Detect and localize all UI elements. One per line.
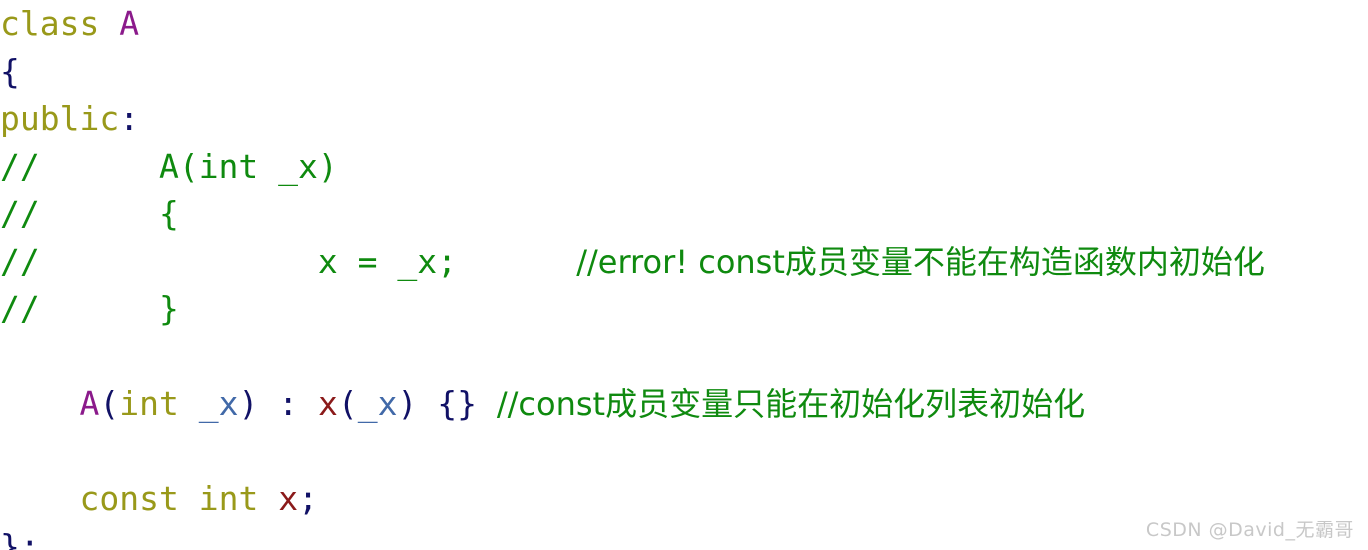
param-underscore-x: _x [198,384,239,423]
colon-init-list: : [278,384,299,423]
semicolon-class: ; [19,526,40,550]
code-line-6: // x = _x; //error! const成员变量不能在构造函数内初始化 [0,238,1368,286]
commented-brace-close-line: // } [0,289,179,328]
commented-brace-open-line: // { [0,194,179,233]
commented-ctor-line: // A(int _x) [0,146,338,186]
paren-close-ctor: ) [238,384,259,423]
paren-open-init: ( [337,384,358,423]
code-line-10-blank [0,428,1368,476]
keyword-int-param: int [119,384,179,423]
keyword-class: class [0,4,100,43]
code-line-2: { [0,48,1368,96]
member-x-init: x [317,384,338,423]
comment-init-list-note: //const成员变量只能在初始化列表初始化 [496,385,1086,423]
semicolon-member: ; [298,479,318,518]
ctor-empty-body: {} [437,384,477,423]
code-line-4: // A(int _x) [0,143,1368,191]
param-underscore-x-init: _x [357,384,398,423]
code-screenshot: class A{public:// A(int _x)// {// x = _x… [0,0,1368,550]
brace-open-class: { [0,51,20,91]
code-line-7: // } [0,285,1368,333]
commented-assign-line: // x = _x; [0,241,457,281]
keyword-public: public [0,99,120,138]
ctor-name-a: A [79,384,100,423]
member-x-decl: x [278,479,299,518]
code-block[interactable]: class A{public:// A(int _x)// {// x = _x… [0,0,1368,550]
keyword-int-member: int [198,479,259,518]
keyword-const: const [79,479,179,518]
class-name-a: A [119,4,140,43]
code-line-5: // { [0,190,1368,238]
paren-close-init: ) [397,384,418,423]
csdn-watermark: CSDN @David_无霸哥 [1145,519,1354,541]
code-line-1: class A [0,0,1368,48]
code-line-8-blank [0,333,1368,381]
colon-public: : [119,99,140,138]
code-line-9: A(int _x) : x(_x) {} //const成员变量只能在初始化列表… [0,380,1368,428]
comment-error-note: //error! const成员变量不能在构造函数内初始化 [576,242,1265,281]
code-line-3: public: [0,95,1368,143]
brace-close-class: } [0,526,20,550]
paren-open-ctor: ( [99,384,120,423]
